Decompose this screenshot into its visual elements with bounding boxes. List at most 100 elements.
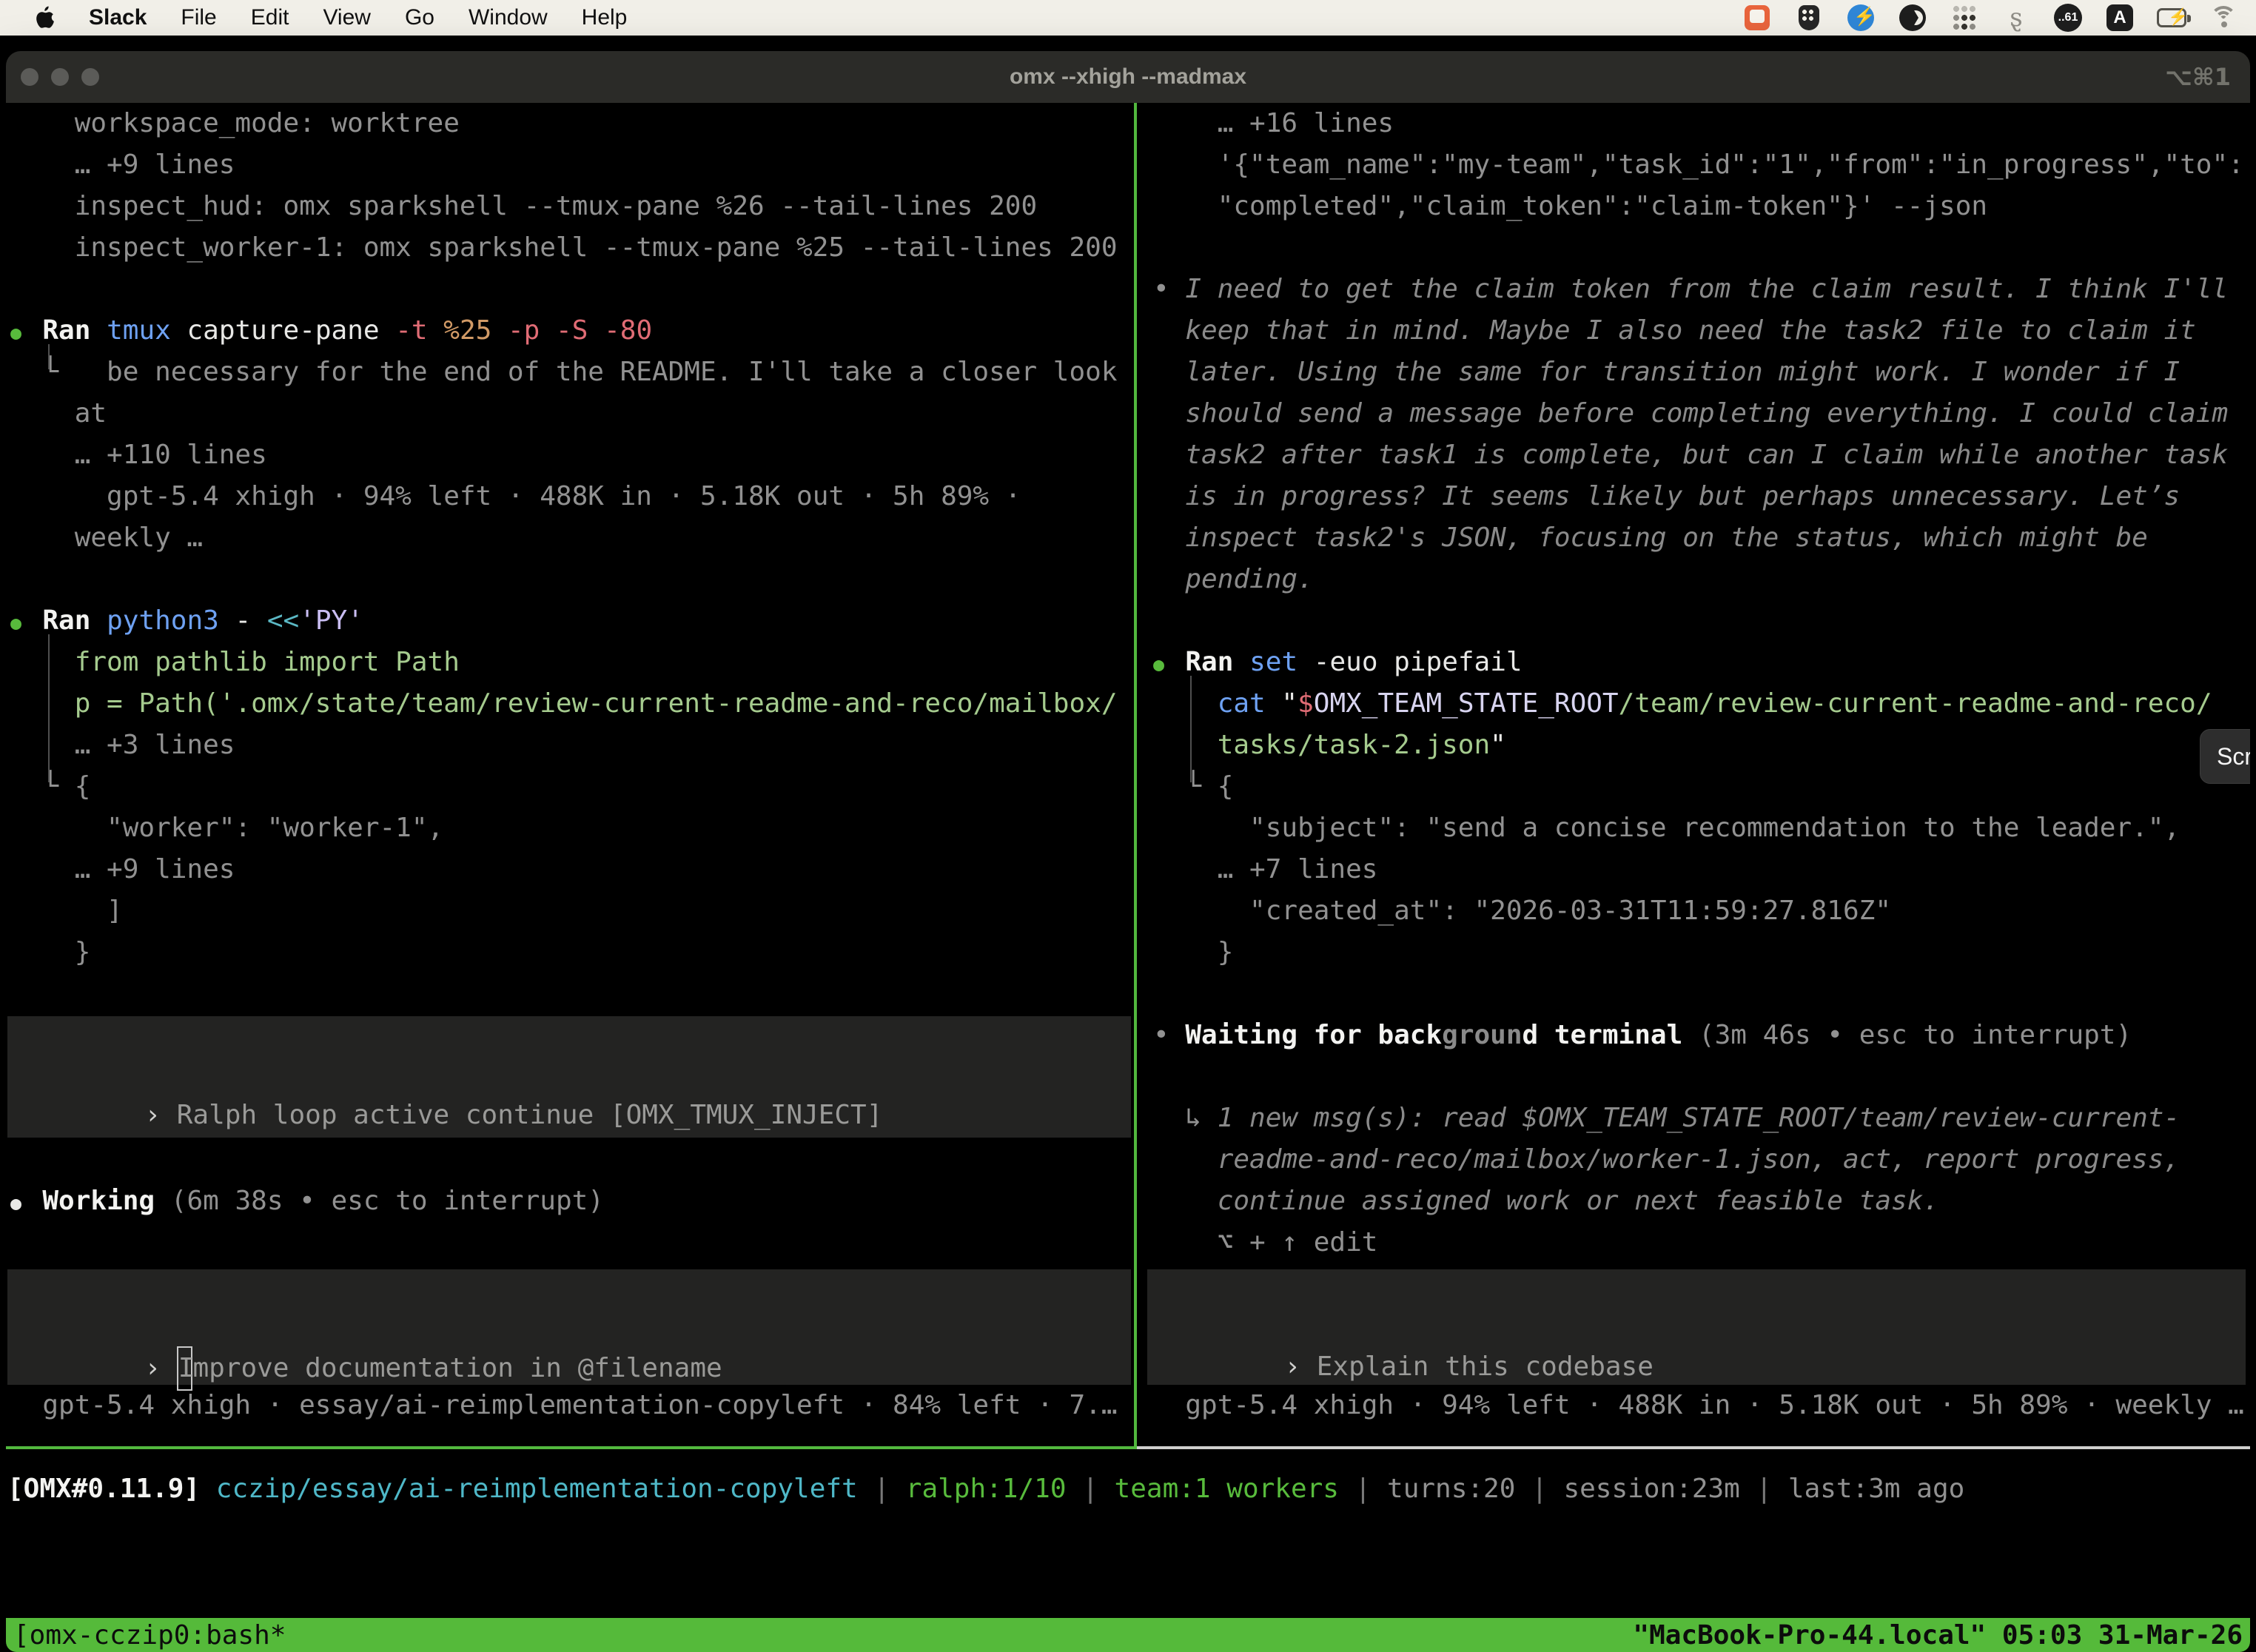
terminal-text-segment: ] — [10, 896, 123, 926]
letter-a-icon[interactable]: A — [2105, 3, 2135, 33]
terminal-line: ● Ran python3 - <<'PY' — [10, 600, 1132, 642]
connector-line — [1190, 676, 1192, 782]
terminal-text-segment: at — [10, 398, 107, 429]
terminal-text-segment: └ { — [1153, 771, 1233, 802]
right-input-chevron: › — [1284, 1352, 1316, 1382]
shield-grid-icon[interactable] — [1794, 3, 1824, 33]
terminal-text-segment: | — [1067, 1474, 1115, 1504]
terminal-text-segment: … +110 lines — [10, 440, 267, 470]
terminal-text-segment: • — [1153, 274, 1185, 304]
terminal-line: } — [1153, 932, 2249, 973]
terminal-text-segment: - — [219, 605, 267, 636]
terminal-line — [1153, 973, 2249, 1015]
right-prompt-input[interactable]: › Explain this codebase — [1147, 1269, 2246, 1385]
terminal-line: is in progress? It seems likely but perh… — [1153, 476, 2249, 517]
terminal-line: } — [10, 932, 1132, 973]
menu-edit[interactable]: Edit — [251, 5, 289, 30]
terminal-text-segment: d terminal — [1523, 1020, 1683, 1050]
connector-line — [48, 344, 50, 369]
terminal-line: continue assigned work or next feasible … — [1153, 1181, 2249, 1222]
squiggle-icon[interactable]: ȿ — [2001, 3, 2031, 33]
tmux-host-clock: "MacBook-Pro-44.local" 05:03 31-Mar-26 — [1633, 1620, 2250, 1651]
menu-view[interactable]: View — [323, 5, 370, 30]
terminal-text-segment: is in progress? It seems likely but perh… — [1185, 481, 2180, 511]
terminal-text-segment — [1153, 398, 1185, 429]
terminal-text-segment: Ran — [1185, 647, 1233, 677]
menu-go[interactable]: Go — [405, 5, 434, 30]
dots-grid-icon[interactable] — [1950, 3, 1979, 33]
terminal-line: ] — [10, 890, 1132, 932]
terminal-text-segment: groun — [1442, 1020, 1522, 1050]
terminal-line: "created_at": "2026-03-31T11:59:27.816Z" — [1153, 890, 2249, 932]
terminal-line: ↳ 1 new msg(s): read $OMX_TEAM_STATE_ROO… — [1153, 1098, 2249, 1139]
terminal-line: … +7 lines — [1153, 849, 2249, 890]
terminal-text-segment: /team/review-current-readme-and-reco/ — [1619, 688, 2212, 719]
terminal-text-segment — [1153, 730, 1218, 760]
terminal-line: └ be necessary for the end of the README… — [10, 352, 1132, 393]
left-model-status: gpt-5.4 xhigh · essay/ai-reimplementatio… — [10, 1385, 1118, 1426]
terminal-text-segment: %25 — [443, 315, 491, 346]
terminal-line: … +9 lines — [10, 849, 1132, 890]
terminal-text-segment: -t — [395, 315, 427, 346]
terminal-line: readme-and-reco/mailbox/worker-1.json, a… — [1153, 1139, 2249, 1181]
terminal-line: tasks/task-2.json" — [1153, 725, 2249, 766]
terminal-text-segment: weekly … — [10, 523, 203, 553]
badge-61-icon[interactable]: ..61 — [2053, 3, 2083, 33]
terminal-text-segment: -p — [508, 315, 540, 346]
terminal-line: gpt-5.4 xhigh · 94% left · 488K in · 5.1… — [10, 476, 1132, 517]
battery-icon[interactable] — [2157, 3, 2186, 33]
terminal-text-segment: task2 after task1 is complete, but can I… — [1185, 440, 2228, 470]
terminal-line: workspace_mode: worktree — [10, 103, 1132, 144]
terminal-line — [1153, 600, 2249, 642]
terminal-text-segment: ● — [10, 312, 27, 354]
menu-bar: Slack File Edit View Go Window Help ȿ ..… — [0, 0, 2256, 36]
terminal-line: weekly … — [10, 517, 1132, 559]
terminal-text-segment: "completed","claim_token":"claim-token"}… — [1153, 191, 1987, 221]
terminal-text-segment — [1153, 357, 1185, 387]
terminal-line: from pathlib import Path — [10, 642, 1132, 683]
screenshot-icon[interactable] — [1742, 3, 1772, 33]
terminal-text-segment — [1153, 688, 1218, 719]
terminal-text-segment: << — [267, 605, 299, 636]
inject-message: Ralph loop active continue [OMX_TMUX_INJ… — [177, 1100, 883, 1130]
terminal-text-segment: } — [1153, 937, 1233, 967]
left-prompt-input[interactable]: › Improve documentation in @filename — [7, 1269, 1131, 1385]
menu-file[interactable]: File — [181, 5, 216, 30]
terminal-text-segment: | — [1740, 1474, 1788, 1504]
terminal-text-segment: tasks/task-2.json — [1218, 730, 1490, 760]
window-shortcut-badge: ⌥⌘1 — [2165, 63, 2231, 91]
terminal-line: should send a message before completing … — [1153, 393, 2249, 434]
working-status: ● Working (6m 38s • esc to interrupt) — [10, 1181, 604, 1224]
terminal-line: pending. — [1153, 559, 2249, 600]
right-pane-scrollback[interactable]: … +16 lines '{"team_name":"my-team","tas… — [1153, 103, 2249, 1263]
menu-help[interactable]: Help — [582, 5, 628, 30]
terminal-text-segment: '{"team_name":"my-team","task_id":"1","f… — [1153, 150, 2244, 180]
tmux-session-label[interactable]: [omx-cczip0:bash* — [6, 1620, 286, 1651]
terminal-text-segment: | — [1339, 1474, 1387, 1504]
terminal-text-segment: … +3 lines — [10, 730, 235, 760]
terminal-text-segment: pending. — [1185, 564, 1313, 594]
terminal-text-segment: … +9 lines — [10, 854, 235, 884]
terminal-line — [10, 269, 1132, 310]
terminal-line: └ { — [10, 766, 1132, 807]
blue-bolt-icon[interactable] — [1846, 3, 1876, 33]
terminal-line: p = Path('.omx/state/team/review-current… — [10, 683, 1132, 725]
left-pane-scrollback[interactable]: workspace_mode: worktree … +9 lines insp… — [10, 103, 1132, 973]
apple-menu-icon[interactable] — [36, 6, 55, 30]
terminal-line: inspect_hud: omx sparkshell --tmux-pane … — [10, 186, 1132, 227]
terminal-text-segment: "created_at": "2026-03-31T11:59:27.816Z" — [1153, 896, 1891, 926]
wifi-icon[interactable] — [2209, 3, 2238, 33]
terminal-text-segment: • — [1153, 1020, 1185, 1050]
terminal-text-segment: " — [1490, 730, 1506, 760]
terminal-text-segment: session:23m — [1563, 1474, 1739, 1504]
tmux-status-bar: [omx-cczip0:bash* "MacBook-Pro-44.local"… — [6, 1618, 2250, 1652]
menu-app-name[interactable]: Slack — [89, 5, 147, 30]
menu-window[interactable]: Window — [469, 5, 548, 30]
terminal-line: … +110 lines — [10, 434, 1132, 476]
terminal-line: ● Ran set -euo pipefail — [1153, 642, 2249, 683]
moon-icon[interactable] — [1898, 3, 1927, 33]
right-input-placeholder: Explain this codebase — [1317, 1352, 1654, 1382]
terminal-text-segment: -euo pipefail — [1297, 647, 1522, 677]
tmux-pane-divider[interactable] — [1134, 103, 1137, 1448]
terminal-text-segment: keep that in mind. Maybe I also need the… — [1185, 315, 2195, 346]
